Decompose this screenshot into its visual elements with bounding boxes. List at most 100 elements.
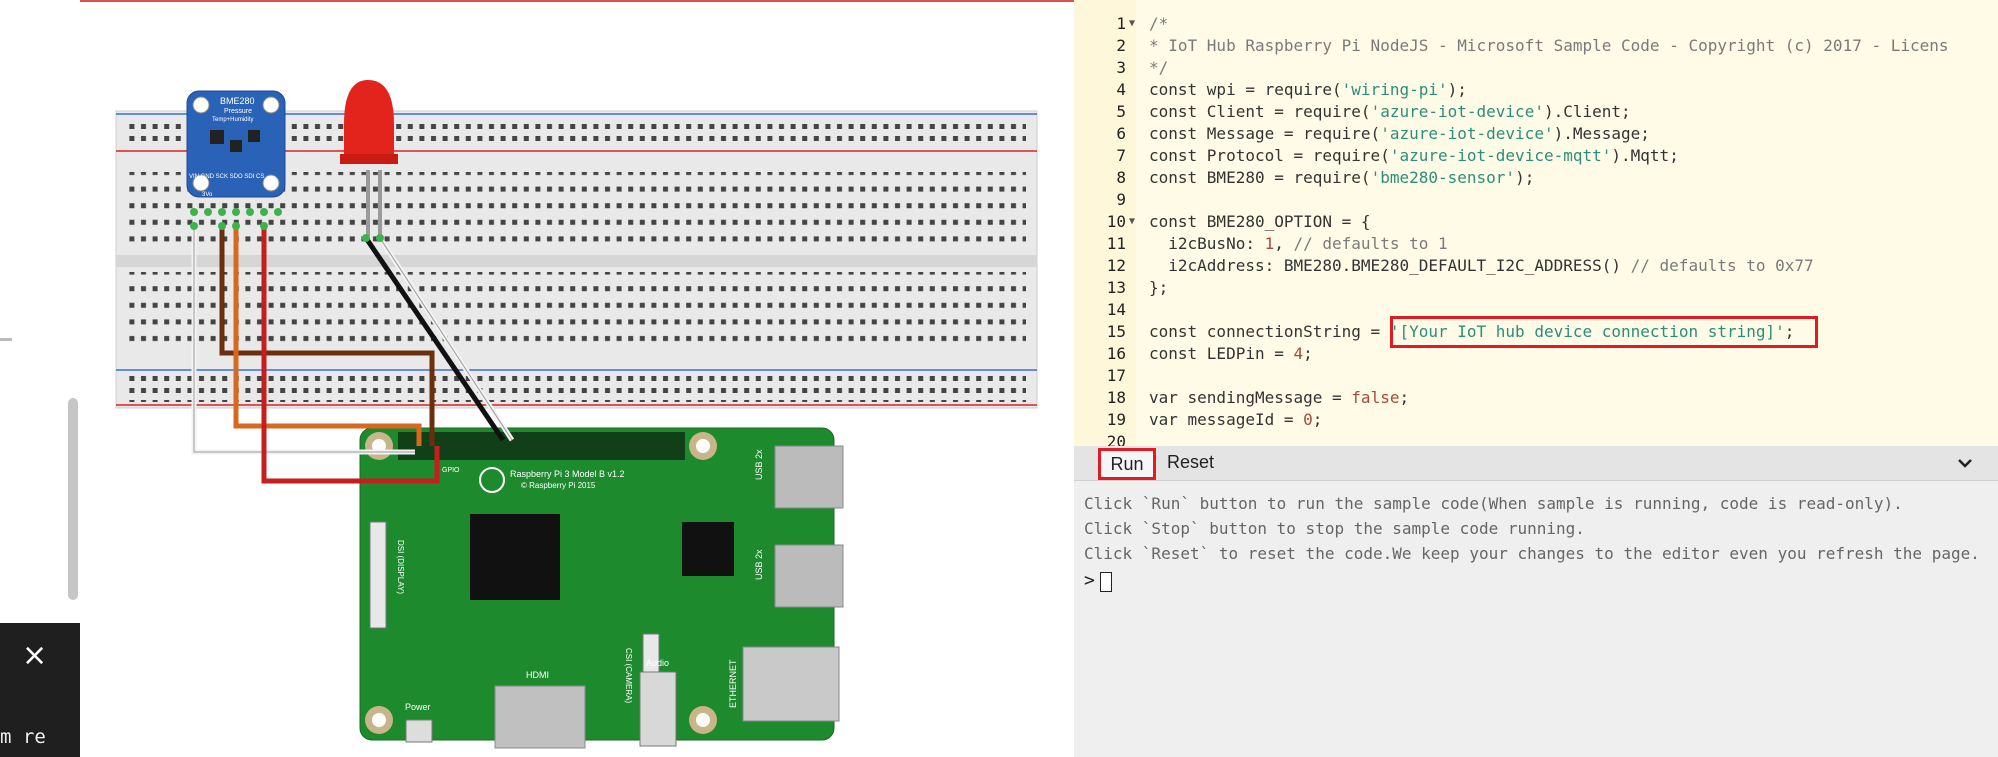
line-number: 6 — [1116, 124, 1126, 143]
line-number: 18 — [1106, 388, 1126, 407]
code-token: 'azure-iot-device-mqtt' — [1389, 146, 1612, 165]
run-button[interactable]: Run — [1098, 448, 1156, 480]
code-token: const Protocol = require( — [1149, 146, 1390, 165]
code-token: 'azure-iot-device' — [1380, 124, 1554, 143]
code-token: 4 — [1293, 344, 1304, 363]
code-text: }; — [1149, 277, 1168, 299]
left-strip: × m re — [0, 0, 80, 757]
line-number: 11 — [1106, 234, 1126, 253]
console-prompt: > — [1084, 570, 1095, 591]
code-text: i2cBusNo: 1, // defaults to 1 — [1149, 233, 1448, 255]
code-line[interactable]: 4 const wpi = require('wiring-pi'); — [1074, 79, 1998, 101]
fold-arrow-icon[interactable]: ▼ — [1129, 211, 1135, 233]
code-token: // defaults to 0x77 — [1630, 256, 1814, 275]
line-number: 3 — [1116, 58, 1126, 77]
close-icon[interactable]: × — [22, 641, 47, 671]
code-token: 'azure-iot-device' — [1370, 102, 1544, 121]
code-line[interactable]: 17 — [1074, 365, 1998, 387]
code-line[interactable]: 3 */ — [1074, 57, 1998, 79]
sensor-subtitle-2: Temp+Humidity — [212, 117, 254, 123]
code-line[interactable]: 18 var sendingMessage = false; — [1074, 387, 1998, 409]
code-token: // defaults to 1 — [1293, 234, 1448, 253]
code-token: 'bme280-sensor' — [1370, 168, 1516, 187]
strip-mark — [0, 338, 12, 341]
code-line[interactable]: 19 var messageId = 0; — [1074, 409, 1998, 431]
line-number: 13 — [1106, 278, 1126, 297]
fold-arrow-icon[interactable]: ▼ — [1129, 13, 1135, 35]
code-line[interactable]: 6 const Message = require('azure-iot-devi… — [1074, 123, 1998, 145]
line-number: 15 — [1106, 322, 1126, 341]
code-token: ).Message; — [1553, 124, 1650, 143]
chevron-down-icon[interactable] — [1954, 452, 1976, 474]
code-token: ); — [1447, 80, 1467, 99]
console-output-line: Click `Reset` to reset the code.We keep … — [1084, 544, 1980, 563]
sensor-name: BME280 — [220, 96, 255, 106]
code-text: const BME280 = require('bme280-sensor'); — [1149, 167, 1534, 189]
console-input-cursor[interactable] — [1100, 572, 1112, 592]
code-token: ; — [1399, 388, 1410, 407]
line-number: 5 — [1116, 102, 1126, 121]
console-toolbar: Run Reset — [1074, 446, 1998, 481]
hdmi-label: HDMI — [526, 670, 549, 680]
code-token: const Message = require( — [1149, 124, 1381, 143]
line-number: 7 — [1116, 146, 1126, 165]
usb-label-1: USB 2x — [754, 449, 764, 480]
code-line[interactable]: 12 i2cAddress: BME280.BME280_DEFAULT_I2C… — [1074, 255, 1998, 277]
code-token: const BME280 = require( — [1149, 168, 1371, 187]
code-line[interactable]: 20 — [1074, 431, 1998, 446]
code-line[interactable]: 13}; — [1074, 277, 1998, 299]
code-token: ).Mqtt; — [1611, 146, 1679, 165]
code-token: const connectionString = — [1149, 322, 1390, 341]
board-model-text: Raspberry Pi 3 Model B v1.2 — [510, 469, 625, 479]
code-text: var sendingMessage = false; — [1149, 387, 1409, 409]
code-text: * IoT Hub Raspberry Pi NodeJS - Microsof… — [1149, 35, 1949, 57]
code-token: ).Client; — [1543, 102, 1631, 121]
circuit-diagram: Raspberry Pi 3 Model B v1.2 © Raspberry … — [115, 80, 1038, 749]
code-line[interactable]: 8 const BME280 = require('bme280-sensor')… — [1074, 167, 1998, 189]
code-line[interactable]: 2 * IoT Hub Raspberry Pi NodeJS - Microso… — [1074, 35, 1998, 57]
scrollbar-thumb[interactable] — [68, 398, 78, 600]
code-text: const Client = require('azure-iot-device… — [1149, 101, 1631, 123]
code-text: const wpi = require('wiring-pi'); — [1149, 79, 1467, 101]
code-line[interactable]: 10 ▼ const BME280_OPTION = { — [1074, 211, 1998, 233]
line-number: 4 — [1116, 80, 1126, 99]
code-line[interactable]: 5 const Client = require('azure-iot-devic… — [1074, 101, 1998, 123]
code-line[interactable]: 7 const Protocol = require('azure-iot-dev… — [1074, 145, 1998, 167]
line-number: 16 — [1106, 344, 1126, 363]
code-token: 0 — [1303, 410, 1313, 429]
code-token: , — [1274, 234, 1294, 253]
code-token: ); — [1515, 168, 1535, 187]
board-gpio-label: GPIO — [442, 467, 460, 474]
code-token: /* — [1149, 14, 1169, 33]
code-line[interactable]: 11 i2cBusNo: 1, // defaults to 1 — [1074, 233, 1998, 255]
code-line[interactable]: 1 ▼ /* — [1074, 13, 1998, 35]
reset-button[interactable]: Reset — [1167, 452, 1214, 473]
line-number: 20 — [1106, 432, 1126, 446]
toast-panel: × m re — [0, 623, 80, 757]
code-token: i2cBusNo: — [1149, 234, 1265, 253]
code-token: const BME280_OPTION = { — [1149, 212, 1371, 231]
code-line[interactable]: 9 — [1074, 189, 1998, 211]
code-editor[interactable]: 1 ▼ /* 2 * IoT Hub Raspberry Pi NodeJS - Mic… — [1074, 0, 1998, 446]
code-text: i2cAddress: BME280.BME280_DEFAULT_I2C_AD… — [1149, 255, 1814, 277]
dsi-label: DSI (DISPLAY) — [396, 540, 405, 594]
sensor-subtitle-1: Pressure — [224, 108, 252, 115]
code-text: const BME280_OPTION = { — [1149, 211, 1371, 233]
sensor-pins-2: 3Vo — [202, 192, 213, 198]
code-token: 1 — [1264, 234, 1275, 253]
code-token: * IoT Hub Raspberry Pi NodeJS - Microsof… — [1149, 36, 1949, 55]
power-label: Power — [405, 702, 431, 712]
line-number: 2 — [1116, 36, 1126, 55]
line-number: 8 — [1116, 168, 1126, 187]
line-number: 19 — [1106, 410, 1126, 429]
line-number: 9 — [1116, 190, 1126, 209]
code-token: const Client = require( — [1149, 102, 1371, 121]
code-text: const Message = require('azure-iot-devic… — [1149, 123, 1650, 145]
line-number: 17 — [1106, 366, 1126, 385]
line-number: 12 — [1106, 256, 1126, 275]
console-output-line: Click `Stop` button to stop the sample c… — [1084, 519, 1585, 538]
connection-string-highlight — [1390, 316, 1818, 348]
code-token: */ — [1149, 58, 1169, 77]
code-token: 'wiring-pi' — [1341, 80, 1448, 99]
sensor-pins: VIN GND SCK SDO SDI CS — [189, 174, 264, 180]
